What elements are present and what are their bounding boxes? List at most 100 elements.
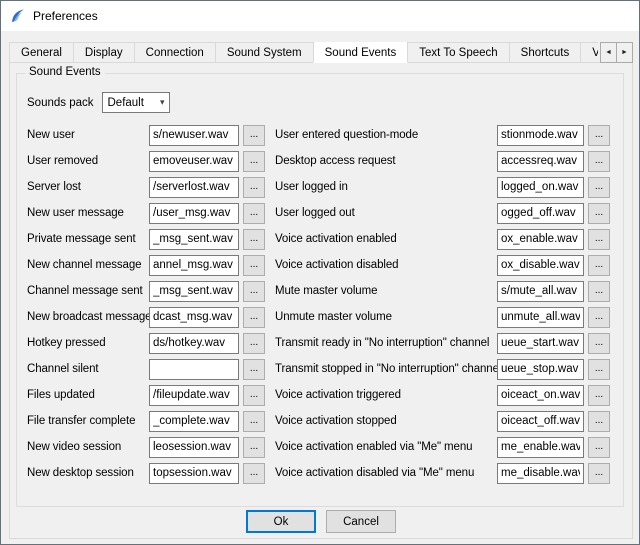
sound-event-label: New channel message: [27, 259, 149, 271]
browse-button[interactable]: ...: [243, 385, 265, 406]
sound-event-label: User logged in: [275, 181, 497, 193]
sound-event-label: New video session: [27, 441, 149, 453]
browse-button[interactable]: ...: [588, 411, 610, 432]
sound-file-input[interactable]: [149, 281, 239, 302]
browse-button[interactable]: ...: [588, 229, 610, 250]
sound-file-input[interactable]: [149, 463, 239, 484]
browse-button[interactable]: ...: [588, 437, 610, 458]
sound-file-input[interactable]: [149, 385, 239, 406]
sound-event-label: User logged out: [275, 207, 497, 219]
tab-video[interactable]: Video: [580, 42, 598, 63]
sound-event-row: User logged out ...: [275, 200, 617, 226]
sound-file-input[interactable]: [497, 203, 584, 224]
sound-event-row: New user ...: [27, 122, 265, 148]
sound-event-label: Private message sent: [27, 233, 149, 245]
tab-connection[interactable]: Connection: [134, 42, 216, 63]
sound-file-input[interactable]: [497, 307, 584, 328]
tab-sound-events[interactable]: Sound Events: [313, 42, 409, 63]
sound-file-input[interactable]: [149, 229, 239, 250]
tab-display[interactable]: Display: [73, 42, 135, 63]
sound-event-row: Voice activation enabled via "Me" menu .…: [275, 434, 617, 460]
browse-button[interactable]: ...: [588, 151, 610, 172]
sound-file-input[interactable]: [149, 177, 239, 198]
sound-event-label: Transmit ready in "No interruption" chan…: [275, 337, 497, 349]
browse-button[interactable]: ...: [588, 385, 610, 406]
dialog-footer: Ok Cancel: [10, 510, 632, 533]
sound-event-label: Server lost: [27, 181, 149, 193]
tab-text-to-speech[interactable]: Text To Speech: [407, 42, 509, 63]
sound-file-input[interactable]: [149, 333, 239, 354]
sound-file-input[interactable]: [497, 125, 584, 146]
tab-sound-system[interactable]: Sound System: [215, 42, 314, 63]
titlebar[interactable]: Preferences: [1, 1, 639, 31]
browse-button[interactable]: ...: [243, 281, 265, 302]
browse-button[interactable]: ...: [243, 125, 265, 146]
browse-button[interactable]: ...: [588, 203, 610, 224]
browse-button[interactable]: ...: [588, 177, 610, 198]
sound-file-input[interactable]: [149, 203, 239, 224]
browse-button[interactable]: ...: [243, 255, 265, 276]
sound-file-input[interactable]: [149, 411, 239, 432]
browse-button[interactable]: ...: [243, 203, 265, 224]
sound-file-input[interactable]: [497, 255, 584, 276]
sound-event-row: Channel silent ...: [27, 356, 265, 382]
sound-event-row: Desktop access request ...: [275, 148, 617, 174]
sound-event-row: Transmit ready in "No interruption" chan…: [275, 330, 617, 356]
sound-file-input[interactable]: [497, 463, 584, 484]
browse-button[interactable]: ...: [243, 307, 265, 328]
sound-event-label: Channel message sent: [27, 285, 149, 297]
browse-button[interactable]: ...: [588, 463, 610, 484]
sound-event-label: Voice activation enabled via "Me" menu: [275, 441, 497, 453]
sound-file-input[interactable]: [497, 177, 584, 198]
sound-event-label: New broadcast message: [27, 311, 149, 323]
tab-shortcuts[interactable]: Shortcuts: [509, 42, 582, 63]
browse-button[interactable]: ...: [243, 411, 265, 432]
group-title: Sound Events: [25, 66, 105, 78]
sound-file-input[interactable]: [497, 229, 584, 250]
sound-file-input[interactable]: [497, 281, 584, 302]
browse-button[interactable]: ...: [243, 359, 265, 380]
sound-event-label: New desktop session: [27, 467, 149, 479]
sound-file-input[interactable]: [497, 385, 584, 406]
browse-button[interactable]: ...: [588, 307, 610, 328]
sound-file-input[interactable]: [149, 255, 239, 276]
browse-button[interactable]: ...: [243, 177, 265, 198]
sound-event-row: Private message sent ...: [27, 226, 265, 252]
tab-scroll-left-button[interactable]: ◄: [600, 42, 617, 63]
sound-file-input[interactable]: [149, 125, 239, 146]
sound-event-label: Desktop access request: [275, 155, 497, 167]
sound-file-input[interactable]: [149, 437, 239, 458]
browse-button[interactable]: ...: [243, 437, 265, 458]
sound-file-input[interactable]: [149, 151, 239, 172]
sounds-pack-row: Sounds pack Default ▾: [27, 92, 170, 113]
sound-event-row: Voice activation stopped ...: [275, 408, 617, 434]
sound-file-input[interactable]: [497, 151, 584, 172]
tab-page-sound-events: Sound Events Sounds pack Default ▾ New u…: [9, 62, 633, 539]
cancel-button[interactable]: Cancel: [326, 510, 396, 533]
sound-file-input[interactable]: [497, 437, 584, 458]
sound-file-input[interactable]: [497, 411, 584, 432]
sound-file-input[interactable]: [149, 359, 239, 380]
sound-file-input[interactable]: [497, 333, 584, 354]
browse-button[interactable]: ...: [588, 359, 610, 380]
sound-event-row: Voice activation disabled ...: [275, 252, 617, 278]
browse-button[interactable]: ...: [588, 255, 610, 276]
sound-file-input[interactable]: [149, 307, 239, 328]
browse-button[interactable]: ...: [588, 333, 610, 354]
browse-button[interactable]: ...: [243, 463, 265, 484]
sound-file-input[interactable]: [497, 359, 584, 380]
browse-button[interactable]: ...: [243, 229, 265, 250]
sound-event-label: Unmute master volume: [275, 311, 497, 323]
sound-event-label: User removed: [27, 155, 149, 167]
sound-event-columns: New user ... User removed ... Server los…: [27, 122, 617, 486]
browse-button[interactable]: ...: [243, 151, 265, 172]
ok-button[interactable]: Ok: [246, 510, 316, 533]
sounds-pack-select[interactable]: Default ▾: [102, 92, 170, 113]
tab-scroll-right-button[interactable]: ►: [616, 42, 633, 63]
browse-button[interactable]: ...: [588, 125, 610, 146]
sound-event-row: Unmute master volume ...: [275, 304, 617, 330]
browse-button[interactable]: ...: [588, 281, 610, 302]
browse-button[interactable]: ...: [243, 333, 265, 354]
sound-event-row: Files updated ...: [27, 382, 265, 408]
tab-general[interactable]: General: [9, 42, 74, 63]
